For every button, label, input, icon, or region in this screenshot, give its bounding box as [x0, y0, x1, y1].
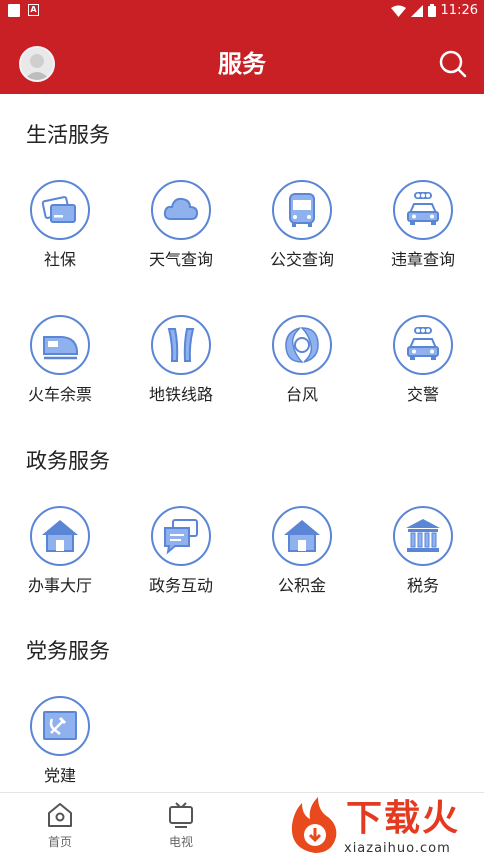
service-label: 办事大厅 [27, 576, 92, 595]
party-flag-icon [43, 711, 77, 740]
section-title-government-services: 政务服务 [26, 449, 110, 473]
signal-icon [410, 4, 423, 17]
app-notification-icon: A [28, 4, 39, 16]
service-label: 社保 [43, 250, 76, 269]
battery-icon [427, 4, 436, 17]
service-label: 党建 [43, 766, 76, 785]
page-title: 服务 [218, 50, 266, 78]
nav-home[interactable]: 首页 [30, 801, 90, 850]
app-header: 服务 [0, 22, 484, 94]
house-icon [284, 520, 320, 552]
flame-logo-icon [291, 797, 337, 853]
service-party-building[interactable]: 党建 [0, 696, 120, 796]
status-time: 11:26 [440, 3, 478, 18]
service-typhoon[interactable]: 台风 [242, 315, 362, 415]
service-train-tickets[interactable]: 火车余票 [0, 315, 120, 415]
service-service-hall[interactable]: 办事大厅 [0, 506, 120, 606]
service-violation-query[interactable]: 违章查询 [363, 180, 483, 280]
service-housing-fund[interactable]: 公积金 [242, 506, 362, 606]
chat-icon [164, 519, 198, 555]
service-gov-interaction[interactable]: 政务互动 [121, 506, 241, 606]
service-label: 火车余票 [27, 385, 92, 404]
typhoon-icon [285, 327, 319, 363]
car-signal-icon [407, 192, 439, 225]
service-social-security[interactable]: 社保 [0, 180, 120, 280]
nav-label: 首页 [47, 835, 72, 849]
nav-tv[interactable]: 电视 [151, 801, 211, 850]
home-icon [48, 803, 72, 827]
house-icon [42, 520, 78, 552]
section-title-life-services: 生活服务 [26, 123, 110, 147]
service-label: 交警 [406, 385, 439, 404]
notification-icon [8, 4, 20, 17]
service-label: 违章查询 [390, 250, 455, 269]
service-label: 地铁线路 [148, 385, 213, 404]
watermark-url: xiazaihuo.com [344, 841, 451, 856]
section-title-party-services: 党务服务 [26, 639, 110, 663]
service-traffic-police[interactable]: 交警 [363, 315, 483, 415]
service-label: 公交查询 [269, 250, 334, 269]
status-bar: A 11:26 [0, 0, 484, 22]
service-label: 公积金 [277, 576, 326, 595]
train-icon [43, 336, 78, 360]
cloud-icon [163, 197, 199, 220]
subway-icon [167, 328, 195, 362]
search-icon[interactable] [438, 49, 468, 79]
service-label: 天气查询 [148, 250, 213, 269]
service-label: 政务互动 [148, 576, 213, 595]
service-taxation[interactable]: 税务 [363, 506, 483, 606]
watermark-text: 下载火 [346, 798, 461, 839]
service-subway-lines[interactable]: 地铁线路 [121, 315, 241, 415]
tv-icon [169, 802, 193, 828]
service-weather[interactable]: 天气查询 [121, 180, 241, 280]
police-car-icon [407, 327, 439, 360]
nav-label: 电视 [168, 835, 193, 849]
watermark: 下载火 xiazaihuo.com [284, 795, 484, 860]
service-label: 税务 [406, 576, 439, 595]
card-icon [41, 196, 76, 223]
bank-icon [406, 519, 440, 552]
service-label: 台风 [285, 385, 318, 404]
service-bus-query[interactable]: 公交查询 [242, 180, 362, 280]
wifi-icon [390, 5, 406, 17]
bus-icon [289, 193, 315, 227]
